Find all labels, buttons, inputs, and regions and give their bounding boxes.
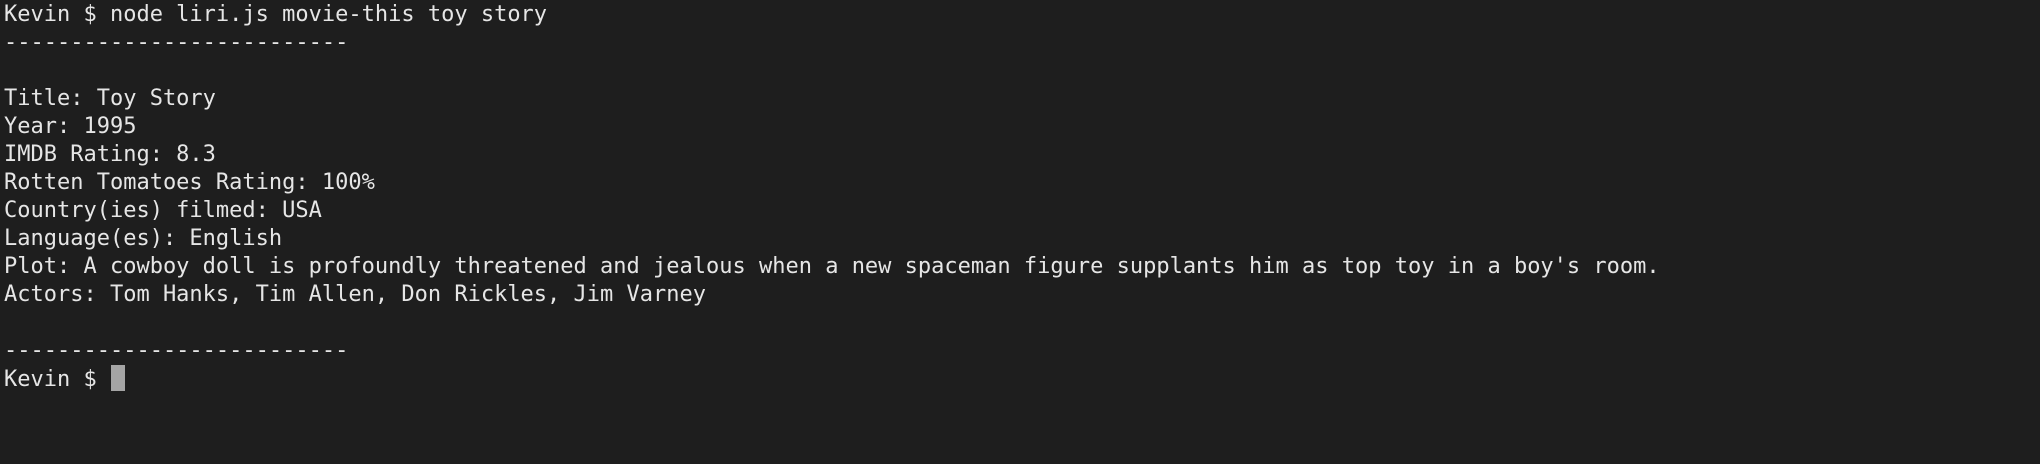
movie-title-line: Title: Toy Story: [4, 86, 216, 111]
text-cursor: [110, 365, 125, 391]
terminal-window[interactable]: Kevin $ node liri.js movie-this toy stor…: [0, 0, 2040, 464]
movie-imdb-line: IMDB Rating: 8.3: [4, 142, 216, 167]
movie-plot-line: Plot: A cowboy doll is profoundly threat…: [4, 254, 1660, 279]
movie-rotten-line: Rotten Tomatoes Rating: 100%: [4, 170, 375, 195]
command-line: Kevin $ node liri.js movie-this toy stor…: [4, 2, 548, 27]
movie-language-line: Language(es): English: [4, 226, 283, 251]
movie-actors-line: Actors: Tom Hanks, Tim Allen, Don Rickle…: [4, 282, 706, 307]
separator-top: --------------------------: [4, 30, 349, 55]
separator-bottom: --------------------------: [4, 338, 349, 363]
prompt-text: Kevin $: [4, 367, 110, 392]
movie-year-line: Year: 1995: [4, 114, 137, 139]
movie-country-line: Country(ies) filmed: USA: [4, 198, 322, 223]
prompt-line[interactable]: Kevin $: [4, 365, 2040, 393]
